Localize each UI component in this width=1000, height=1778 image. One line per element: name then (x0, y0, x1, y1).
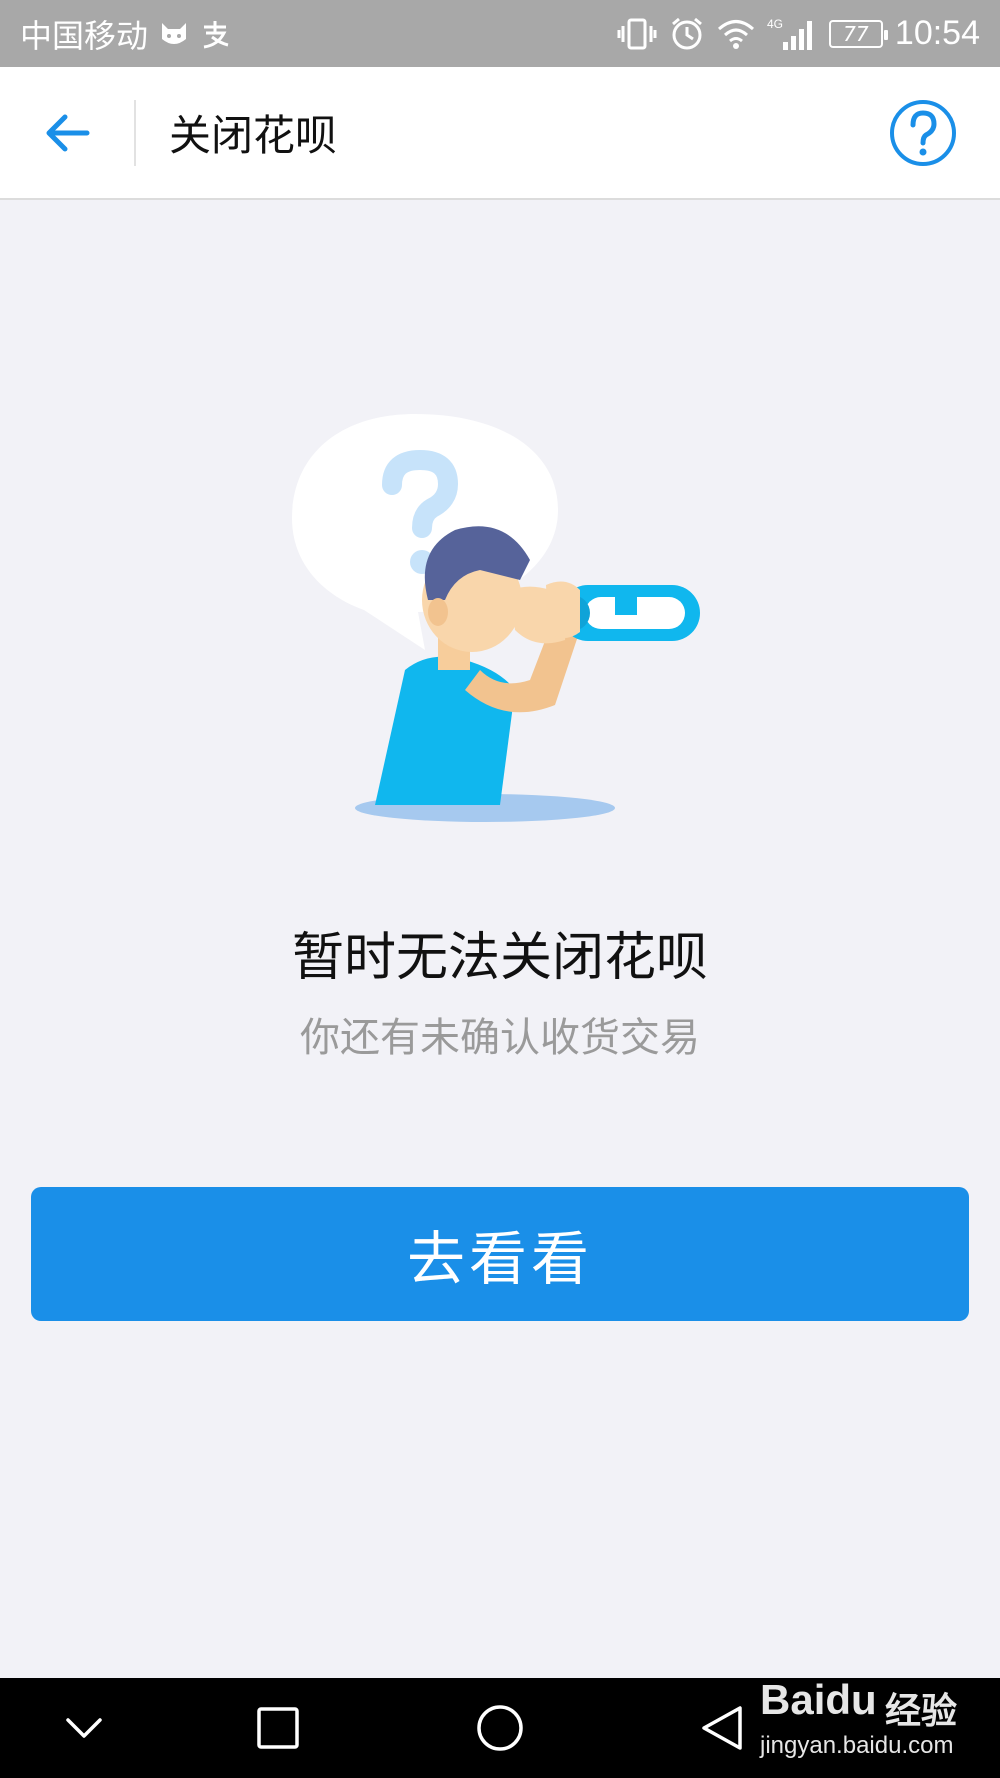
empty-state-illustration (280, 400, 720, 830)
battery-icon: 77 (828, 19, 888, 48)
help-button[interactable] (888, 98, 958, 168)
baidu-jingyan-watermark: Baidu 经验 jingyan.baidu.com (750, 1670, 980, 1770)
wifi-icon (717, 14, 755, 54)
recent-apps-icon (257, 1707, 299, 1749)
page-title: 关闭花呗 (169, 111, 338, 160)
clock: 10:54 (894, 14, 980, 52)
cat-app-icon (158, 14, 190, 54)
home-button[interactable] (440, 1678, 560, 1778)
nav-divider (134, 99, 136, 166)
empty-state-title: 暂时无法关闭花呗 (291, 928, 708, 988)
back-icon (702, 1706, 742, 1750)
home-icon (477, 1705, 523, 1751)
help-icon (890, 99, 956, 166)
alipay-icon (200, 14, 232, 54)
recent-apps-button[interactable] (218, 1678, 338, 1778)
carrier-name: 中国移动 (20, 17, 149, 54)
hide-nav-button[interactable] (24, 1678, 144, 1778)
watermark-url: jingyan.baidu.com (760, 1732, 954, 1759)
watermark-brand: Baidu (760, 1676, 877, 1723)
alarm-icon (669, 14, 705, 54)
svg-text:4G: 4G (767, 17, 783, 31)
nav-bar: 关闭花呗 (0, 67, 1000, 200)
status-bar: 中国移动 4G 77 10:54 (0, 0, 1000, 67)
watermark-cn: 经验 (885, 1691, 958, 1732)
empty-state-subtitle: 你还有未确认收货交易 (300, 1015, 700, 1061)
go-check-button[interactable]: 去看看 (31, 1187, 969, 1321)
vibrate-icon (617, 14, 657, 54)
signal-icon: 4G (767, 14, 817, 54)
status-right: 4G 77 10:54 (617, 14, 980, 54)
status-left: 中国移动 (20, 11, 232, 57)
back-button[interactable] (0, 66, 134, 199)
back-arrow-icon (46, 114, 90, 151)
chevron-down-icon (66, 1718, 102, 1738)
